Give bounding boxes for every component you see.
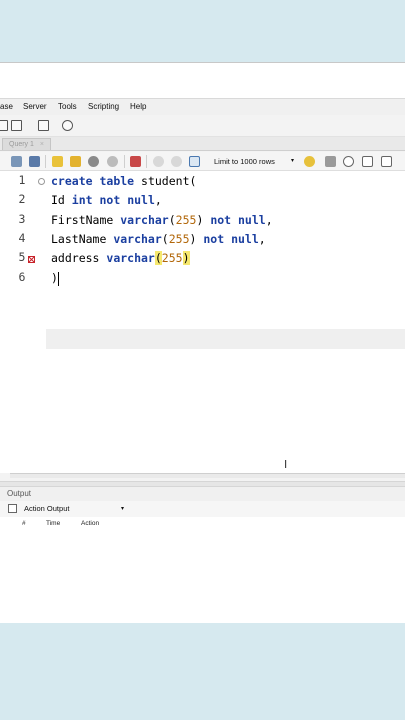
code-line-3: FirstName varchar(255) not null,	[51, 210, 273, 230]
separator	[146, 155, 147, 168]
number-literal: 255	[161, 251, 183, 265]
paren: (	[161, 232, 169, 246]
error-toggle-icon[interactable]	[130, 156, 141, 167]
keyword: not null	[203, 232, 259, 246]
current-line-highlight	[46, 329, 405, 349]
keyword: create	[51, 174, 93, 188]
code-text: LastName	[51, 232, 114, 246]
fold-marker-icon[interactable]	[38, 178, 45, 185]
sql-editor-toolbar: Limit to 1000 rows ▾	[0, 152, 405, 171]
search-icon[interactable]	[343, 156, 354, 167]
output-toolbar: Action Output ▾	[0, 501, 405, 517]
tab-label: Query 1	[9, 141, 34, 148]
code-line-5: address varchar(255)	[51, 248, 190, 268]
autocommit-icon[interactable]	[189, 156, 200, 167]
main-toolbar	[0, 115, 405, 137]
keyword: varchar	[113, 232, 162, 246]
column-header-number[interactable]: #	[22, 520, 26, 527]
line-number: 5	[18, 250, 26, 264]
line-number: 1	[18, 173, 26, 187]
menu-database[interactable]: ase	[0, 102, 13, 111]
bracket-match: )	[182, 251, 190, 265]
number-literal: 255	[168, 232, 190, 246]
keyword: varchar	[106, 251, 155, 265]
action-output-table: # Time Action	[0, 517, 405, 623]
separator	[45, 155, 46, 168]
text-cursor	[57, 271, 59, 286]
line-number: 2	[18, 192, 26, 206]
syntax-error-icon[interactable]	[28, 256, 35, 263]
menu-server[interactable]: Server	[23, 102, 47, 111]
code-line-2: Id int not null,	[51, 190, 162, 210]
line-number: 6	[18, 270, 26, 284]
code-text: )	[51, 271, 58, 285]
number-literal: 255	[175, 213, 197, 227]
bracket-match: (	[154, 251, 162, 265]
paren: )	[196, 213, 204, 227]
invisible-chars-icon[interactable]	[362, 156, 373, 167]
mouse-ibeam-icon: I	[284, 458, 288, 471]
execute-icon[interactable]	[52, 156, 63, 167]
menu-tools[interactable]: Tools	[58, 102, 77, 111]
schema-icon[interactable]	[0, 120, 8, 131]
keyword: not null	[210, 213, 266, 227]
chevron-down-icon: ▾	[290, 158, 294, 164]
paren: (	[168, 213, 176, 227]
code-text: ,	[258, 232, 266, 246]
code-text: student(	[134, 174, 197, 188]
code-text: FirstName	[51, 213, 121, 227]
paren: )	[189, 232, 197, 246]
keyword: not null	[99, 193, 155, 207]
horizontal-scrollbar[interactable]	[10, 473, 405, 478]
keyword: int	[71, 193, 93, 207]
favorite-icon[interactable]	[304, 156, 315, 167]
close-icon[interactable]: ×	[40, 141, 44, 148]
code-text: ,	[154, 193, 162, 207]
stop-icon[interactable]	[107, 156, 118, 167]
tab-query-1[interactable]: Query 1 ×	[2, 138, 51, 150]
limit-label: Limit to 1000 rows	[214, 157, 275, 166]
code-text: Id	[51, 193, 72, 207]
reconnect-icon[interactable]	[62, 120, 73, 131]
rollback-icon[interactable]	[171, 156, 182, 167]
line-number: 4	[18, 231, 26, 245]
menu-scripting[interactable]: Scripting	[88, 102, 119, 111]
code-text: address	[51, 251, 107, 265]
workbench-window: ase Server Tools Scripting Help Query 1 ×…	[0, 62, 405, 623]
output-title: Output	[7, 489, 32, 498]
line-number: 3	[18, 212, 26, 226]
explain-icon[interactable]	[88, 156, 99, 167]
inspect-icon[interactable]	[38, 120, 49, 131]
output-type-select[interactable]: Action Output ▾	[22, 503, 126, 515]
keyword: table	[99, 174, 135, 188]
code-line-6: )	[51, 268, 59, 288]
column-header-action[interactable]: Action	[81, 520, 99, 527]
wrap-icon[interactable]	[381, 156, 392, 167]
title-area	[0, 63, 405, 99]
line-gutter: 1 2 3 4 5 6	[0, 171, 46, 473]
beautify-icon[interactable]	[325, 156, 336, 167]
table-icon[interactable]	[11, 120, 22, 131]
limit-rows-select[interactable]: Limit to 1000 rows ▾	[212, 156, 296, 167]
separator	[124, 155, 125, 168]
menu-bar: ase Server Tools Scripting Help	[0, 99, 405, 115]
sql-editor[interactable]: 1 2 3 4 5 6 create table student( Id int…	[0, 171, 405, 473]
code-line-1: create table student(	[51, 171, 196, 191]
code-text: ,	[265, 213, 273, 227]
query-tab-bar: Query 1 ×	[0, 137, 405, 151]
output-panel-header: Output	[0, 487, 405, 501]
keyword: varchar	[120, 213, 169, 227]
chevron-down-icon: ▾	[120, 506, 124, 512]
commit-icon[interactable]	[153, 156, 164, 167]
column-header-time[interactable]: Time	[46, 520, 60, 527]
save-icon[interactable]	[29, 156, 40, 167]
copy-icon[interactable]	[8, 504, 17, 513]
menu-help[interactable]: Help	[130, 102, 146, 111]
execute-current-icon[interactable]	[70, 156, 81, 167]
open-file-icon[interactable]	[11, 156, 22, 167]
output-type-label: Action Output	[24, 504, 70, 513]
code-line-4: LastName varchar(255) not null,	[51, 229, 266, 249]
